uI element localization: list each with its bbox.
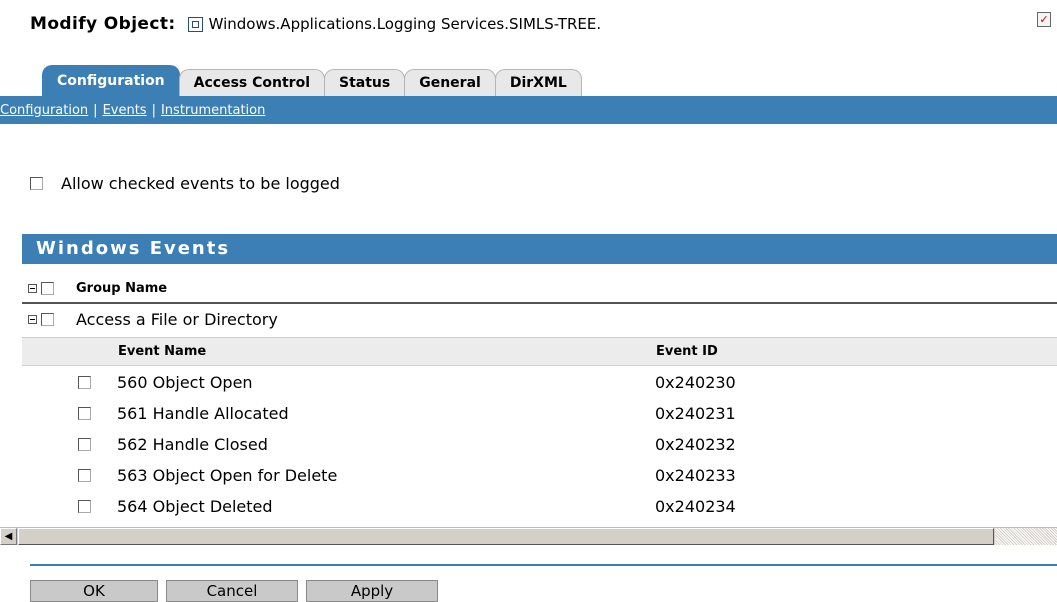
event-row: 560 Object Open 0x240230: [22, 367, 1057, 398]
collapse-all-icon[interactable]: [28, 283, 37, 293]
allow-logging-option: Allow checked events to be logged: [30, 174, 340, 193]
subnav-separator: |: [93, 103, 98, 118]
allow-logging-label: Allow checked events to be logged: [61, 174, 340, 193]
tab-access-control[interactable]: Access Control: [178, 69, 325, 96]
event-name: 561 Handle Allocated: [117, 404, 289, 423]
group-name: Access a File or Directory: [76, 309, 278, 329]
subnav-separator: |: [151, 103, 156, 118]
event-name-header: Event Name: [118, 344, 207, 359]
sub-navigation: Configuration | Events | Instrumentation: [0, 96, 1057, 124]
page-header: Modify Object: Windows.Applications.Logg…: [30, 14, 601, 34]
ok-button[interactable]: OK: [30, 580, 158, 602]
event-checkbox[interactable]: [78, 438, 91, 451]
footer-divider: [30, 564, 1057, 566]
horizontal-scrollbar[interactable]: ◀: [0, 527, 1057, 545]
select-all-groups-checkbox[interactable]: [41, 281, 54, 295]
object-icon: [187, 16, 203, 32]
tab-bar: Configuration Access Control Status Gene…: [42, 65, 582, 96]
event-id: 0x240234: [655, 497, 736, 516]
event-name: 563 Object Open for Delete: [117, 466, 338, 485]
event-id: 0x240231: [655, 404, 736, 423]
event-checkbox[interactable]: [78, 407, 91, 420]
tab-status[interactable]: Status: [324, 69, 406, 96]
event-name: 560 Object Open: [117, 373, 253, 392]
group-name-header: Group Name: [76, 280, 168, 296]
event-checkbox[interactable]: [78, 469, 91, 482]
event-checkbox[interactable]: [78, 376, 91, 389]
event-id-header: Event ID: [656, 344, 718, 359]
tab-configuration[interactable]: Configuration: [42, 65, 180, 96]
event-name: 562 Handle Closed: [117, 435, 268, 454]
allow-logging-checkbox[interactable]: [30, 177, 43, 190]
event-id: 0x240230: [655, 373, 736, 392]
event-row: 561 Handle Allocated 0x240231: [22, 398, 1057, 429]
edit-checklist-icon[interactable]: ✓: [1037, 12, 1051, 27]
event-row: 562 Handle Closed 0x240232: [22, 429, 1057, 460]
object-name: Windows.Applications.Logging Services.SI…: [208, 15, 602, 33]
collapse-group-icon[interactable]: [28, 314, 37, 324]
event-row: 563 Object Open for Delete 0x240233: [22, 460, 1057, 491]
group-row: Access a File or Directory: [22, 304, 1057, 334]
event-row: 564 Object Deleted 0x240234: [22, 491, 1057, 522]
subnav-instrumentation-link[interactable]: Instrumentation: [161, 103, 265, 118]
tab-dirxml[interactable]: DirXML: [494, 69, 582, 96]
windows-events-panel-title: Windows Events: [22, 234, 1057, 264]
group-table-header: Group Name: [22, 274, 1057, 304]
tab-general[interactable]: General: [404, 69, 496, 96]
scroll-thumb[interactable]: [18, 528, 994, 545]
apply-button[interactable]: Apply: [306, 580, 438, 602]
event-name: 564 Object Deleted: [117, 497, 273, 516]
scroll-track[interactable]: [995, 528, 1057, 545]
event-id: 0x240232: [655, 435, 736, 454]
modify-object-label: Modify Object:: [30, 14, 176, 34]
subnav-events-link[interactable]: Events: [103, 103, 147, 118]
event-table-header: Event Name Event ID: [22, 337, 1057, 366]
event-id: 0x240233: [655, 466, 736, 485]
subnav-configuration-link[interactable]: Configuration: [0, 103, 88, 118]
event-checkbox[interactable]: [78, 500, 91, 513]
panel-title-text: Windows Events: [36, 238, 231, 259]
cancel-button[interactable]: Cancel: [166, 580, 298, 602]
group-checkbox[interactable]: [41, 312, 54, 326]
scroll-left-arrow-icon[interactable]: ◀: [0, 528, 17, 545]
